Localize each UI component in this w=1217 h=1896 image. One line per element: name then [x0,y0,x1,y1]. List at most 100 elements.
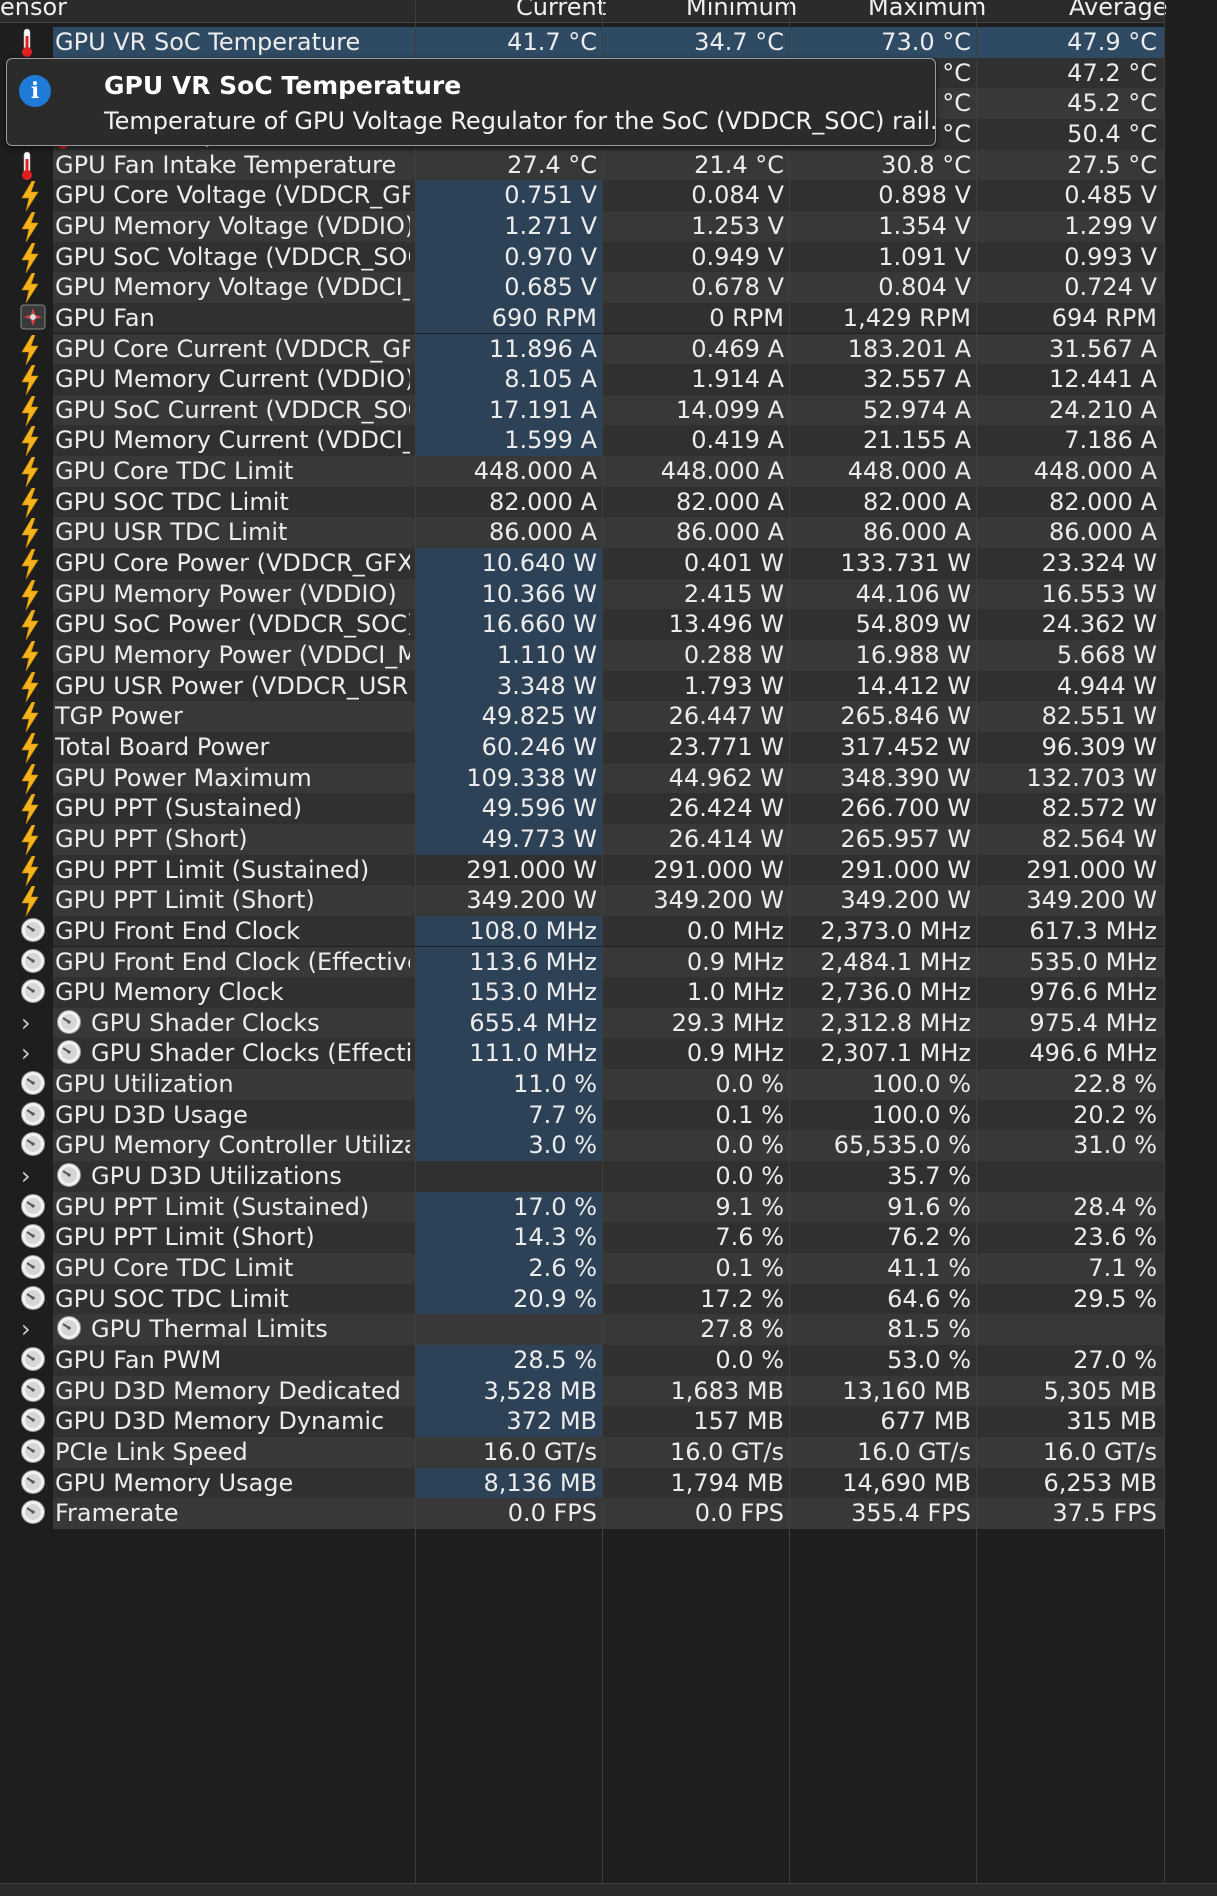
maximum-value: 677 MB [880,1407,971,1436]
sensor-name: GPU Core Current (VDDCR_GFX) [55,334,410,363]
sensor-row[interactable]: GPU PPT (Sustained) 49.596 W 26.424 W 266.7… [0,793,1164,825]
minimum-value: 17.2 % [700,1284,784,1313]
average-value: 31.0 % [1073,1131,1157,1160]
sensor-row[interactable]: Framerate 0.0 FPS 0.0 FPS 355.4 FPS 37.5 FPS [0,1498,1164,1529]
maximum-value: 14,690 MB [842,1468,971,1497]
average-value: 7.1 % [1088,1254,1157,1282]
sensor-row[interactable]: GPU Fan 690 RPM 0 RPM 1,429 RPM 694 RPM [0,302,1164,334]
sensor-row[interactable]: › GPU D3D Utilizations 0.0 % 35.7 % [0,1161,1164,1192]
sensor-row[interactable]: GPU Front End Clock (Effective) 113.6 MHz… [0,946,1164,978]
sensor-row[interactable]: GPU Memory Clock 153.0 MHz 1.0 MHz 2,736.0 … [0,977,1164,1008]
sensor-row[interactable]: GPU SOC TDC Limit 82.000 A 82.000 A 82.000 … [0,486,1164,518]
sensor-row[interactable]: GPU Utilization 11.0 % 0.0 % 100.0 % 22.8 % [0,1069,1164,1100]
sensor-row[interactable]: GPU Core TDC Limit 448.000 A 448.000 A 448.… [0,456,1164,488]
sensor-row[interactable]: GPU Memory Current (VDDCI_... 1.599 A 0.41… [0,425,1164,457]
sensor-row[interactable]: GPU PPT Limit (Sustained) 291.000 W 291.00… [0,854,1164,886]
sensor-row[interactable]: › GPU Thermal Limits 27.8 % 81.5 % [0,1314,1164,1345]
current-value: 2.6 % [528,1254,597,1282]
header-average[interactable]: Average [1069,0,1168,20]
sensor-row[interactable]: TGP Power 49.825 W 26.447 W 265.846 W 82.551… [0,701,1164,733]
average-value: 27.5 °C [1067,150,1157,179]
minimum-value: 44.962 W [668,763,784,792]
maximum-value: 0.898 V [878,181,971,210]
header-current[interactable]: Current [516,0,606,20]
sensor-row[interactable]: GPU Memory Usage 8,136 MB 1,794 MB 14,690 M… [0,1467,1164,1499]
minimum-value: 9.1 % [715,1192,784,1221]
minimum-value: 23.771 W [668,732,784,761]
header-maximum[interactable]: Maximum [868,0,986,20]
clock-icon [56,1162,84,1192]
sensor-row[interactable]: GPU Memory Voltage (VDDCI_... 0.685 V 0.67… [0,272,1164,304]
maximum-value: 1,429 RPM [842,303,971,332]
minimum-value: 0.0 % [715,1070,784,1099]
minimum-value: 14.099 A [675,395,784,424]
sensor-row[interactable]: GPU SoC Current (VDDCR_SOC) 17.191 A 14.09… [0,394,1164,426]
minimum-value: 157 MB [693,1407,784,1436]
sensor-row[interactable]: › GPU Shader Clocks 655.4 MHz 29.3 MHz 2,312… [0,1007,1164,1039]
bolt-icon [20,763,48,794]
sensor-name: Total Board Power [55,732,270,761]
sensor-row[interactable]: GPU Memory Power (VDDCI_M... 1.110 W 0.288… [0,640,1164,672]
clock-icon [20,1469,48,1499]
sensor-row[interactable]: GPU Core TDC Limit 2.6 % 0.1 % 41.1 % 7.1 % [0,1253,1164,1284]
sensor-row[interactable]: GPU Core Power (VDDCR_GFX) 10.640 W 0.401 … [0,548,1164,580]
maximum-value: 21.155 A [862,426,971,455]
sensor-row[interactable]: GPU D3D Memory Dedicated 3,528 MB 1,683 MB… [0,1375,1164,1407]
sensor-name: GPU USR TDC Limit [55,518,288,547]
chevron-right-icon[interactable]: › [21,1161,31,1192]
sensor-row[interactable]: GPU Front End Clock 108.0 MHz 0.0 MHz 2,373… [0,915,1164,947]
sensor-row[interactable]: GPU USR Power (VDDCR_USR) 3.348 W 1.793 W 1… [0,670,1164,702]
sensor-row[interactable]: GPU Core Voltage (VDDCR_GFX) 0.751 V 0.084… [0,180,1164,212]
chevron-right-icon[interactable]: › [21,1314,31,1345]
sensor-row[interactable]: Total Board Power 60.246 W 23.771 W 317.452… [0,731,1164,764]
thermometer-icon [20,28,48,58]
sensor-row[interactable]: GPU VR SoC Temperature 41.7 °C 34.7 °C 73.0… [0,27,1164,58]
current-value: 0.970 V [504,242,597,271]
sensor-row[interactable]: GPU D3D Usage 7.7 % 0.1 % 100.0 % 20.2 % [0,1099,1164,1131]
header-sensor[interactable]: ensor [0,0,67,20]
minimum-value: 0.0 FPS [694,1499,784,1528]
sensor-row[interactable]: GPU D3D Memory Dynamic 372 MB 157 MB 677 MB… [0,1406,1164,1437]
bolt-icon [20,272,48,304]
sensor-row[interactable]: GPU Memory Controller Utilizati... 3.0 % 0… [0,1130,1164,1162]
minimum-value: 0.469 A [691,334,784,363]
header-minimum[interactable]: Minimum [686,0,797,20]
average-value: 47.2 °C [1067,58,1157,87]
clock-icon [20,1254,48,1284]
average-value: 0.724 V [1064,273,1157,302]
clock-icon [20,978,48,1008]
minimum-value: 0.0 MHz [686,916,784,945]
sensor-row[interactable]: GPU PPT Limit (Short) 14.3 % 7.6 % 76.2 % 23… [0,1222,1164,1253]
current-value: 82.000 A [488,487,597,516]
sensor-row[interactable]: GPU SOC TDC Limit 20.9 % 17.2 % 64.6 % 29.5 … [0,1283,1164,1315]
sensor-row[interactable]: GPU USR TDC Limit 86.000 A 86.000 A 86.000 … [0,517,1164,549]
sensor-row[interactable]: PCIe Link Speed 16.0 GT/s 16.0 GT/s 16.0 GT… [0,1436,1164,1468]
minimum-value: 1.0 MHz [686,978,784,1007]
sensor-row[interactable]: GPU Power Maximum 109.338 W 44.962 W 348.39… [0,762,1164,794]
sensor-name: GPU SoC Power (VDDCR_SOC) [55,610,410,639]
sensor-row[interactable]: GPU Core Current (VDDCR_GFX) 11.896 A 0.46… [0,333,1164,365]
minimum-value: 7.6 % [715,1223,784,1252]
maximum-value: 52.974 A [862,395,971,424]
minimum-value: 0 RPM [709,303,784,332]
sensor-name: GPU VR SoC Temperature [55,28,361,56]
current-value: 1.110 W [496,641,597,669]
sensor-row[interactable]: GPU PPT Limit (Sustained) 17.0 % 9.1 % 91.6… [0,1191,1164,1223]
sensor-row[interactable]: GPU Fan PWM 28.5 % 0.0 % 53.0 % 27.0 % [0,1344,1164,1376]
sensor-row[interactable]: GPU Memory Voltage (VDDIO) 1.271 V 1.253 V… [0,210,1164,243]
chevron-right-icon[interactable]: › [21,1008,31,1039]
sensor-row[interactable]: GPU PPT (Short) 49.773 W 26.414 W 265.957 W… [0,823,1164,856]
sensor-row[interactable]: GPU SoC Power (VDDCR_SOC) 16.660 W 13.496 … [0,609,1164,641]
average-value: 82.564 W [1041,824,1157,853]
sensor-row[interactable]: GPU Memory Current (VDDIO) 8.105 A 1.914 A… [0,364,1164,396]
sensor-row[interactable]: GPU PPT Limit (Short) 349.200 W 349.200 W 3… [0,885,1164,917]
sensor-name: GPU Front End Clock (Effective) [55,947,410,976]
sensor-row[interactable]: GPU Fan Intake Temperature 27.4 °C 21.4 °C… [0,149,1164,181]
maximum-value: 1.354 V [878,211,971,240]
average-value: 31.567 A [1048,334,1157,363]
sensor-row[interactable]: GPU SoC Voltage (VDDCR_SOC) 0.970 V 0.949 … [0,241,1164,273]
maximum-value: 54.809 W [855,610,971,639]
sensor-row[interactable]: › GPU Shader Clocks (Effective) 111.0 MHz 0… [0,1038,1164,1070]
chevron-right-icon[interactable]: › [21,1038,31,1069]
sensor-row[interactable]: GPU Memory Power (VDDIO) 10.366 W 2.415 W 4… [0,578,1164,610]
